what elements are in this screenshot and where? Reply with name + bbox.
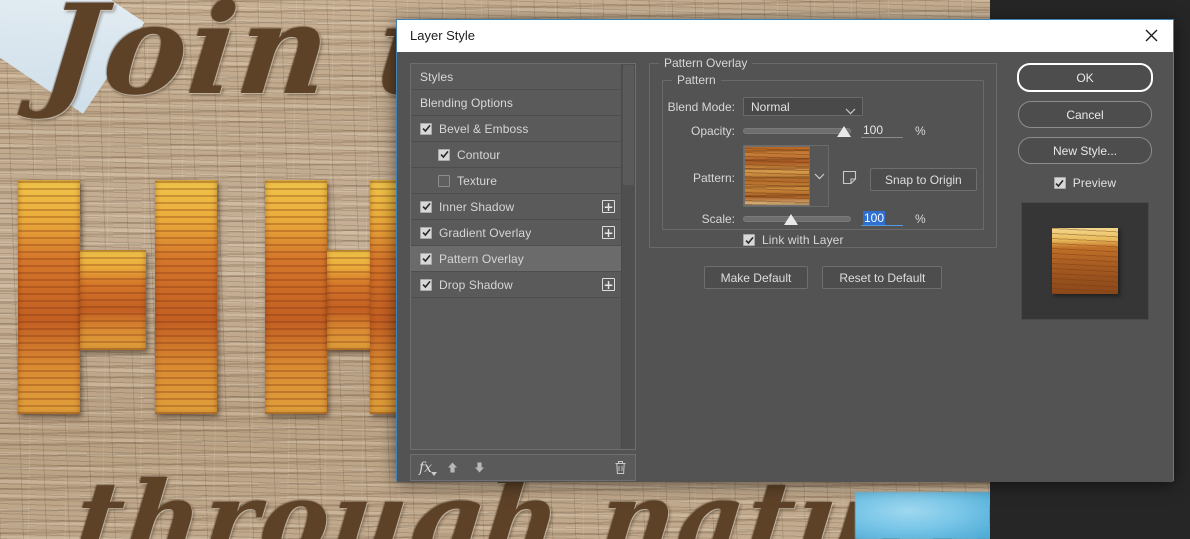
fx-icon[interactable]: fx [419, 460, 438, 476]
pattern-label: Pattern: [692, 171, 735, 185]
sidebar-item-texture[interactable]: Texture [411, 168, 621, 194]
sidebar-item-drop-shadow[interactable]: Drop Shadow + [411, 272, 621, 298]
add-effect-icon[interactable]: + [602, 226, 615, 239]
ok-button[interactable]: OK [1017, 63, 1153, 92]
scale-slider[interactable] [743, 213, 851, 225]
scale-row: Scale: 100 % [663, 211, 983, 226]
link-with-layer-label: Link with Layer [762, 233, 844, 247]
sidebar-item-contour[interactable]: Contour [411, 142, 621, 168]
blend-mode-select[interactable]: Normal [743, 97, 863, 116]
style-label: Texture [457, 173, 498, 188]
chevron-down-icon [845, 104, 856, 118]
pattern-overlay-group: Pattern Overlay Pattern Blend Mode: Norm… [649, 56, 997, 248]
checkbox-gradient-overlay[interactable] [420, 226, 432, 239]
default-buttons-row: Make Default Reset to Default [649, 266, 997, 289]
checkbox-bevel-and-emboss[interactable] [420, 122, 432, 135]
scrollbar-thumb[interactable] [623, 65, 634, 185]
opacity-row: Opacity: 100 % [663, 123, 983, 138]
blend-mode-label: Blend Mode: [667, 99, 735, 114]
arrow-up-icon[interactable] [446, 461, 459, 474]
group-title-pattern-overlay: Pattern Overlay [659, 56, 753, 70]
style-label: Styles [420, 69, 454, 84]
actions-column: OK Cancel New Style... Preview [1010, 63, 1160, 482]
style-label: Bevel & Emboss [439, 121, 529, 136]
opacity-input[interactable]: 100 [861, 123, 903, 138]
opacity-unit: % [915, 123, 926, 138]
scale-input-value: 100 [863, 211, 886, 225]
layer-style-dialog: Layer Style Styles Blending Options Beve… [396, 19, 1174, 482]
wood-letter-block [155, 180, 217, 414]
preview-panel [1021, 202, 1149, 320]
add-effect-icon[interactable]: + [602, 278, 615, 291]
dialog-body: Styles Blending Options Bevel & Emboss C… [397, 52, 1173, 482]
preview-label: Preview [1072, 176, 1117, 190]
styles-list-scrollbar[interactable] [621, 64, 635, 449]
trash-icon[interactable] [614, 460, 627, 475]
preview-toggle[interactable]: Preview [1053, 176, 1117, 190]
style-label: Gradient Overlay [439, 225, 532, 240]
pattern-row: Pattern: Snap to Origin [663, 145, 983, 207]
link-with-layer-row[interactable]: Link with Layer [743, 233, 983, 247]
checkbox-texture[interactable] [438, 174, 450, 187]
sidebar-item-bevel-and-emboss[interactable]: Bevel & Emboss [411, 116, 621, 142]
checkbox-inner-shadow[interactable] [420, 200, 432, 213]
snap-to-origin-button[interactable]: Snap to Origin [870, 168, 977, 191]
arrow-down-icon[interactable] [473, 461, 486, 474]
sidebar-item-pattern-overlay[interactable]: Pattern Overlay [411, 246, 621, 272]
sidebar-item-inner-shadow[interactable]: Inner Shadow + [411, 194, 621, 220]
watercolor-leaf-decoration [855, 492, 990, 539]
scale-label: Scale: [701, 211, 735, 226]
style-label: Inner Shadow [439, 199, 515, 214]
reset-to-default-button[interactable]: Reset to Default [822, 266, 943, 289]
close-icon[interactable] [1129, 20, 1173, 51]
style-label: Blending Options [420, 95, 513, 110]
scale-slider-handle[interactable] [784, 213, 798, 225]
pattern-thumbnail[interactable] [744, 146, 810, 206]
group-title-pattern: Pattern [672, 73, 721, 87]
cancel-button[interactable]: Cancel [1018, 101, 1152, 128]
styles-column: Styles Blending Options Bevel & Emboss C… [410, 63, 636, 482]
make-default-button[interactable]: Make Default [703, 266, 809, 289]
styles-list-container: Styles Blending Options Bevel & Emboss C… [410, 63, 636, 450]
sidebar-item-blending-options[interactable]: Blending Options [411, 90, 621, 116]
styles-list: Styles Blending Options Bevel & Emboss C… [411, 64, 621, 449]
styles-toolbar: fx [410, 454, 636, 481]
blend-mode-row: Blend Mode: Normal [663, 97, 983, 116]
opacity-slider-handle[interactable] [837, 125, 851, 137]
scale-unit: % [915, 211, 926, 226]
checkbox-drop-shadow[interactable] [420, 278, 432, 291]
dialog-titlebar: Layer Style [397, 20, 1173, 52]
opacity-slider[interactable] [743, 125, 851, 137]
sidebar-item-styles[interactable]: Styles [411, 64, 621, 90]
scale-input[interactable]: 100 [861, 211, 903, 226]
add-effect-icon[interactable]: + [602, 200, 615, 213]
new-style-button[interactable]: New Style... [1018, 137, 1152, 164]
checkbox-pattern-overlay[interactable] [420, 252, 432, 265]
pattern-subgroup: Pattern Blend Mode: Normal Opacity: 100 … [662, 73, 984, 247]
style-label: Contour [457, 147, 501, 162]
checkbox-link-with-layer[interactable] [743, 234, 755, 246]
options-column: Pattern Overlay Pattern Blend Mode: Norm… [649, 56, 997, 482]
wood-letter-block [80, 250, 146, 350]
sidebar-item-gradient-overlay[interactable]: Gradient Overlay + [411, 220, 621, 246]
wood-letter-block [18, 180, 80, 414]
blend-mode-value: Normal [751, 99, 790, 114]
style-label: Drop Shadow [439, 277, 513, 292]
opacity-label: Opacity: [690, 123, 735, 138]
pattern-picker[interactable] [743, 145, 829, 207]
checkbox-contour[interactable] [438, 148, 450, 161]
preview-thumbnail [1052, 228, 1118, 294]
checkbox-preview[interactable] [1053, 177, 1066, 189]
chevron-down-icon[interactable] [810, 146, 828, 206]
new-preset-icon[interactable] [841, 169, 858, 186]
wood-letter-block [265, 180, 327, 414]
dialog-title: Layer Style [410, 28, 476, 43]
style-label: Pattern Overlay [439, 251, 524, 266]
